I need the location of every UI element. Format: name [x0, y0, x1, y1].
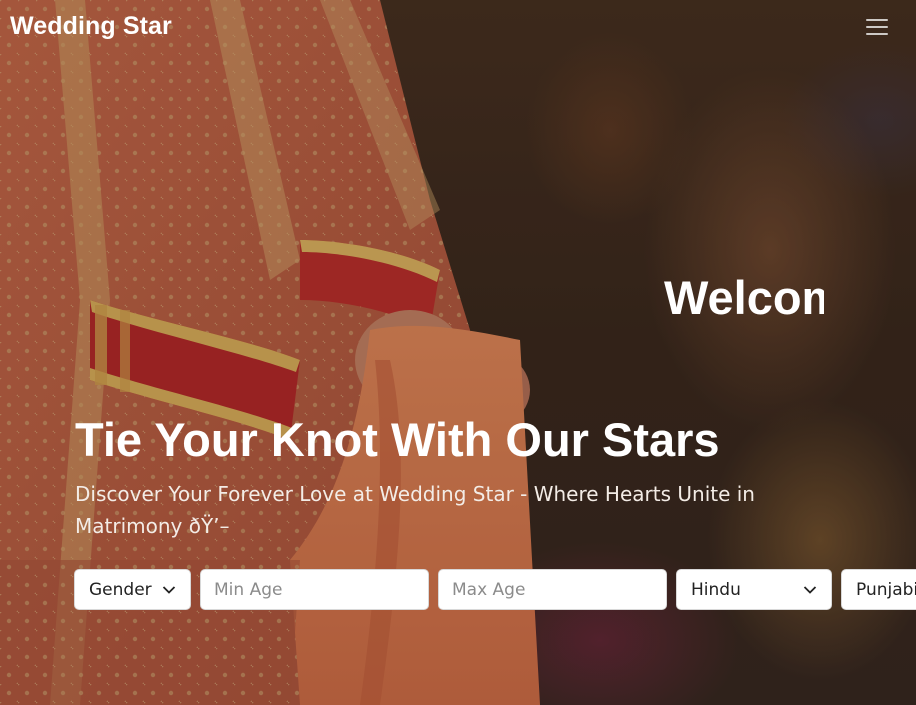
max-age-input[interactable] [438, 569, 667, 610]
community-select-value: Punjabi [856, 580, 916, 600]
hamburger-menu-icon[interactable] [864, 16, 890, 38]
welcome-heading: Welcome [664, 272, 824, 324]
hero-subheadline: Discover Your Forever Love at Wedding St… [75, 482, 755, 538]
search-filters-bar: Gender Hindu Punjabi [74, 569, 916, 610]
chevron-down-icon [162, 586, 176, 594]
navbar: Wedding Star [0, 0, 916, 56]
chevron-down-icon [803, 586, 817, 594]
hero-section: Wedding Star Welcome Tie Your Knot With … [0, 0, 916, 705]
gender-select-value: Gender [89, 580, 152, 600]
religion-select-value: Hindu [691, 580, 741, 600]
gender-select[interactable]: Gender [74, 569, 191, 610]
min-age-input[interactable] [200, 569, 429, 610]
hero-headline: Tie Your Knot With Our Stars [75, 413, 720, 466]
brand-logo-text[interactable]: Wedding Star [10, 12, 172, 41]
community-select[interactable]: Punjabi [841, 569, 916, 610]
religion-select[interactable]: Hindu [676, 569, 832, 610]
